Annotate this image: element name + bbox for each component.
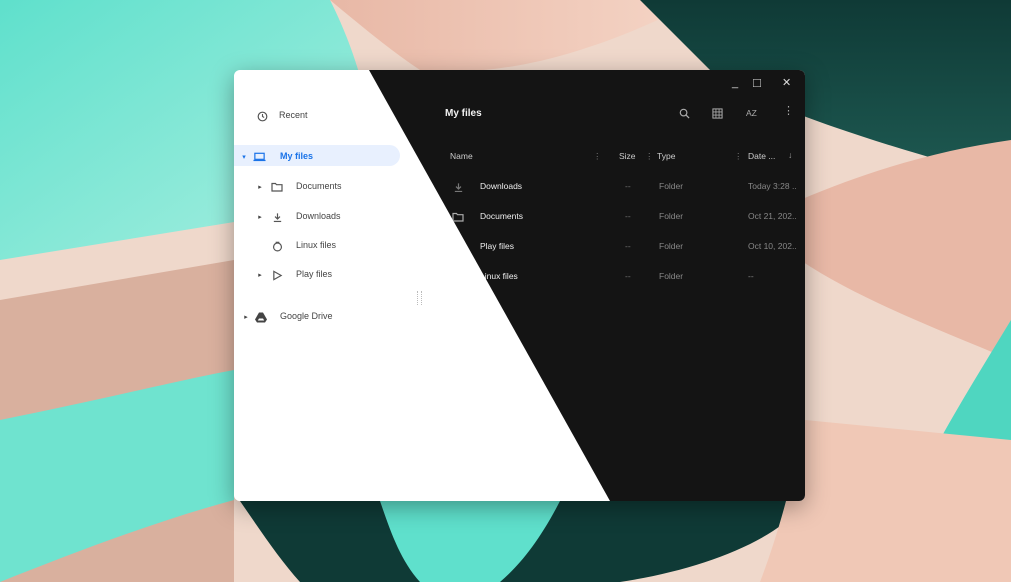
sidebar-item-my-files[interactable]: ▾ My files — [239, 148, 399, 166]
sidebar-item-label: Google Drive — [280, 311, 333, 321]
sidebar-item-label: Linux files — [296, 240, 337, 250]
file-date: -- — [748, 271, 754, 281]
sidebar-item-google-drive[interactable]: ▸ Google Drive — [242, 308, 392, 326]
sidebar-resize-handle[interactable] — [417, 291, 422, 305]
column-resize-icon[interactable]: ⋮ — [593, 151, 602, 162]
column-header-name[interactable]: Name — [450, 151, 473, 161]
sidebar-item-linux-files[interactable]: Linux files — [270, 237, 400, 255]
expand-arrow-icon: ▸ — [258, 183, 262, 191]
linux-icon — [270, 239, 284, 253]
file-size: -- — [625, 181, 631, 191]
sidebar-item-label: Recent — [279, 110, 308, 120]
file-name: Documents — [480, 211, 523, 221]
file-type: Folder — [659, 271, 684, 281]
laptop-icon — [252, 150, 266, 164]
expand-arrow-icon: ▸ — [258, 213, 262, 221]
file-size: -- — [625, 271, 631, 281]
maximize-button[interactable]: □ — [753, 75, 761, 90]
files-app-window: Recent ▾ My files ▸ Documents ▸ Download… — [234, 70, 805, 501]
sidebar-item-documents[interactable]: ▸ Documents — [256, 178, 396, 196]
file-size: -- — [625, 211, 631, 221]
google-drive-icon — [254, 310, 268, 324]
file-date: Today 3:28 .. — [748, 181, 797, 191]
download-icon — [451, 180, 465, 194]
table-row[interactable]: Documents -- Folder Oct 21, 202.. — [447, 208, 805, 226]
search-icon[interactable] — [677, 106, 691, 120]
file-size: -- — [625, 241, 631, 251]
file-type: Folder — [659, 211, 684, 221]
more-options-icon[interactable]: ⋮ — [783, 104, 794, 117]
table-row[interactable]: Linux files -- Folder -- — [447, 268, 805, 286]
minimize-button[interactable]: _ — [732, 77, 738, 89]
grid-view-icon[interactable] — [710, 106, 724, 120]
sidebar-item-recent[interactable]: Recent — [252, 107, 392, 125]
file-type: Folder — [659, 241, 684, 251]
expand-arrow-icon: ▸ — [244, 313, 248, 321]
clock-icon — [255, 109, 269, 123]
sort-arrow-icon: ↓ — [788, 150, 793, 160]
column-resize-icon[interactable]: ⋮ — [645, 151, 654, 162]
sidebar-item-label: My files — [280, 151, 314, 161]
sidebar-item-label: Downloads — [296, 211, 341, 221]
file-date: Oct 21, 202.. — [748, 211, 797, 221]
file-name: Play files — [480, 241, 515, 251]
sort-button[interactable]: AZ — [746, 108, 757, 118]
sidebar-item-label: Play files — [296, 269, 333, 279]
expand-arrow-icon: ▾ — [242, 153, 246, 161]
download-icon — [270, 210, 284, 224]
table-row[interactable]: Play files -- Folder Oct 10, 202.. — [447, 238, 805, 256]
column-header-type[interactable]: Type — [657, 151, 675, 161]
file-date: Oct 10, 202.. — [748, 241, 797, 251]
file-type: Folder — [659, 181, 684, 191]
column-resize-icon[interactable]: ⋮ — [734, 151, 743, 162]
expand-arrow-icon: ▸ — [258, 271, 262, 279]
page-title: My files — [445, 108, 482, 119]
close-button[interactable]: ✕ — [782, 76, 791, 89]
folder-icon — [270, 180, 284, 194]
sidebar-item-downloads[interactable]: ▸ Downloads — [256, 208, 396, 226]
sidebar-item-play-files[interactable]: ▸ Play files — [256, 266, 396, 284]
table-row[interactable]: Downloads -- Folder Today 3:28 .. — [447, 178, 805, 196]
play-icon — [270, 268, 284, 282]
file-name: Downloads — [480, 181, 523, 191]
column-header-size[interactable]: Size — [619, 151, 636, 161]
sidebar-item-label: Documents — [296, 181, 342, 191]
column-header-date[interactable]: Date ... — [748, 151, 775, 161]
